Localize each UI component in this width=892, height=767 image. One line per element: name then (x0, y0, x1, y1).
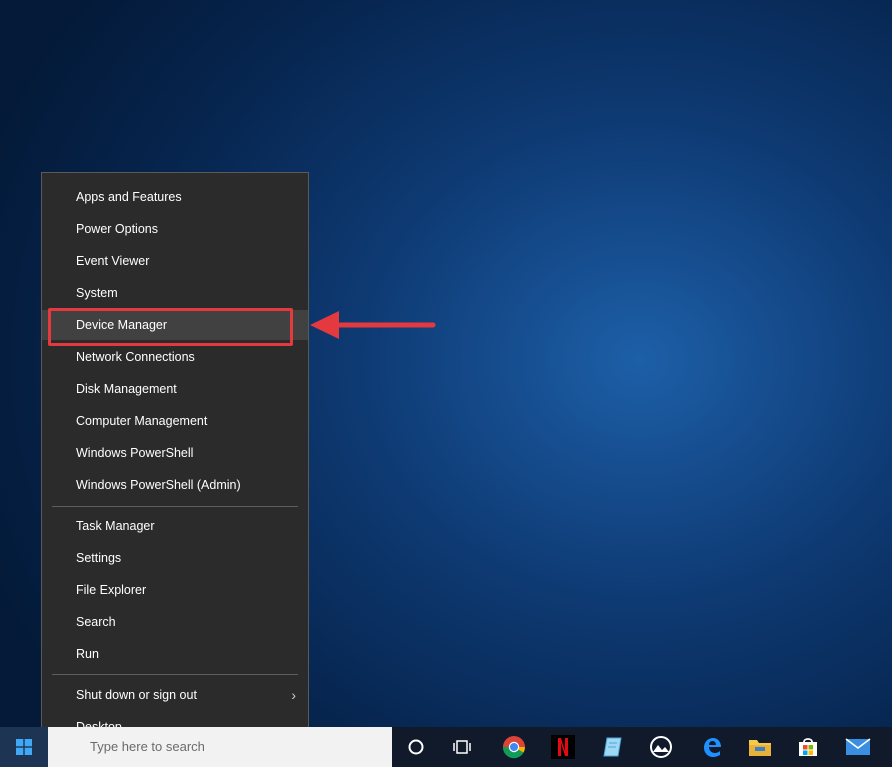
menu-item-computer-management[interactable]: Computer Management (42, 406, 308, 436)
menu-separator (52, 674, 298, 675)
chrome-icon[interactable] (494, 731, 534, 763)
taskbar-search-box[interactable]: Type here to search (48, 727, 392, 767)
menu-item-power-options[interactable]: Power Options (42, 214, 308, 244)
menu-separator (52, 506, 298, 507)
notepad-icon[interactable] (593, 731, 633, 763)
mail-icon[interactable] (838, 731, 878, 763)
menu-item-system[interactable]: System (42, 278, 308, 308)
menu-item-network-connections[interactable]: Network Connections (42, 342, 308, 372)
file-explorer-icon[interactable] (740, 731, 780, 763)
menu-item-windows-powershell-admin[interactable]: Windows PowerShell (Admin) (42, 470, 308, 500)
cortana-icon[interactable] (396, 731, 436, 763)
menu-item-task-manager[interactable]: Task Manager (42, 511, 308, 541)
edge-icon[interactable] (692, 731, 732, 763)
winx-context-menu: Apps and Features Power Options Event Vi… (41, 172, 309, 750)
chevron-right-icon: › (291, 687, 296, 703)
menu-item-event-viewer[interactable]: Event Viewer (42, 246, 308, 276)
menu-item-shut-down-or-sign-out[interactable]: Shut down or sign out › (42, 680, 308, 710)
store-icon[interactable] (788, 731, 828, 763)
windows-logo-icon (16, 739, 32, 755)
menu-item-run[interactable]: Run (42, 639, 308, 669)
start-button[interactable] (0, 727, 48, 767)
menu-item-file-explorer[interactable]: File Explorer (42, 575, 308, 605)
photos-icon[interactable] (641, 731, 681, 763)
menu-item-windows-powershell[interactable]: Windows PowerShell (42, 438, 308, 468)
menu-item-search[interactable]: Search (42, 607, 308, 637)
taskbar: Type here to search (0, 727, 892, 767)
menu-item-apps-and-features[interactable]: Apps and Features (42, 182, 308, 212)
task-view-icon[interactable] (443, 731, 483, 763)
netflix-icon[interactable] (543, 731, 583, 763)
menu-item-settings[interactable]: Settings (42, 543, 308, 573)
menu-item-disk-management[interactable]: Disk Management (42, 374, 308, 404)
annotation-arrow-icon (310, 311, 436, 339)
menu-item-label: Shut down or sign out (76, 688, 197, 702)
annotation-highlight-box (48, 308, 293, 346)
search-placeholder: Type here to search (90, 739, 205, 754)
